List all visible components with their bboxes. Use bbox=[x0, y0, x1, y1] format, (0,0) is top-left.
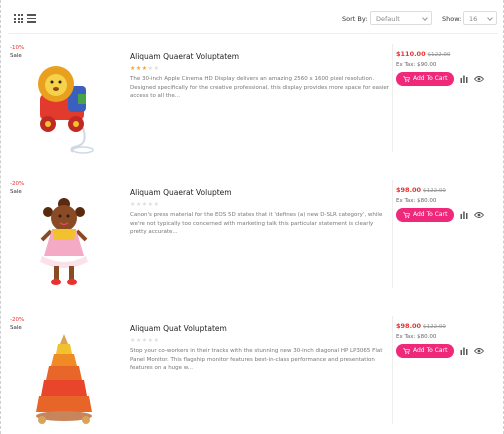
compare-icon[interactable] bbox=[460, 75, 468, 83]
show-value: 16 bbox=[469, 15, 478, 23]
cart-icon bbox=[403, 76, 410, 82]
rating-stars: ★★★★★ bbox=[130, 65, 159, 72]
sale-label: Sale bbox=[10, 189, 22, 195]
grid-view-icon[interactable] bbox=[14, 14, 23, 23]
eye-icon[interactable] bbox=[474, 211, 484, 219]
product-image[interactable] bbox=[28, 184, 126, 294]
sale-label: Sale bbox=[10, 325, 22, 331]
sort-select[interactable]: Default bbox=[370, 11, 432, 25]
divider bbox=[392, 180, 393, 288]
add-to-cart-label: Add To Cart bbox=[413, 75, 448, 82]
sale-label: Sale bbox=[10, 53, 22, 59]
product-image[interactable] bbox=[28, 48, 126, 158]
list-view-icon[interactable] bbox=[27, 14, 36, 23]
discount-label: -20% bbox=[10, 317, 25, 323]
price: $110.00 $122.00 bbox=[396, 50, 450, 58]
divider bbox=[8, 33, 498, 34]
star-icon: ★ bbox=[153, 201, 160, 208]
ex-tax-price: Ex Tax: $90.00 bbox=[396, 62, 437, 68]
sale-badge: -20% Sale bbox=[10, 316, 24, 332]
product-title[interactable]: Aliquam Quaerat Voluptatem bbox=[130, 52, 239, 61]
show-label: Show: bbox=[442, 15, 462, 23]
discount-label: -20% bbox=[10, 181, 25, 187]
divider bbox=[392, 316, 393, 424]
chevron-down-icon bbox=[422, 15, 428, 21]
product-title[interactable]: Aliquam Quaerat Voluptem bbox=[130, 188, 232, 197]
sort-label: Sort By: bbox=[342, 15, 368, 23]
current-price: $98.00 bbox=[396, 322, 422, 330]
sale-badge: -10% Sale bbox=[10, 44, 24, 60]
star-icon: ★ bbox=[153, 65, 160, 72]
old-price: $122.00 bbox=[423, 324, 446, 330]
old-price: $122.00 bbox=[427, 52, 451, 58]
add-to-cart-label: Add To Cart bbox=[413, 211, 448, 218]
product-image[interactable] bbox=[28, 320, 126, 430]
product-title[interactable]: Aliquam Quat Voluptatem bbox=[130, 324, 227, 333]
rating-stars: ★★★★★ bbox=[130, 337, 159, 344]
sale-badge: -20% Sale bbox=[10, 180, 24, 196]
product-description: Stop your co-workers in their tracks wit… bbox=[130, 348, 383, 371]
add-to-cart-button[interactable]: Add To Cart bbox=[396, 344, 454, 358]
ex-tax-price: Ex Tax: $80.00 bbox=[396, 198, 437, 204]
eye-icon[interactable] bbox=[474, 347, 484, 355]
rating-stars: ★★★★★ bbox=[130, 201, 159, 208]
product-description: Canon's press material for the EOS 5D st… bbox=[130, 212, 383, 235]
discount-label: -10% bbox=[10, 45, 25, 51]
current-price: $110.00 bbox=[396, 50, 426, 58]
chevron-down-icon bbox=[487, 15, 493, 21]
listing-toolbar: Sort By: Default Show: 16 bbox=[8, 8, 498, 30]
add-to-cart-button[interactable]: Add To Cart bbox=[396, 208, 454, 222]
product-description: The 30-inch Apple Cinema HD Display deli… bbox=[130, 76, 390, 99]
eye-icon[interactable] bbox=[474, 75, 484, 83]
product-item: -10% Sale Aliquam Quaerat Voluptatem ★★★… bbox=[8, 42, 498, 172]
old-price: $122.00 bbox=[423, 188, 446, 194]
compare-icon[interactable] bbox=[460, 347, 468, 355]
cart-icon bbox=[403, 212, 410, 218]
price: $98.00 $122.00 bbox=[396, 322, 446, 330]
compare-icon[interactable] bbox=[460, 211, 468, 219]
cart-icon bbox=[403, 348, 410, 354]
product-item: -20% Sale Aliquam Quaerat Voluptem ★★★★★… bbox=[8, 178, 498, 308]
show-select[interactable]: 16 bbox=[463, 11, 497, 25]
star-icon: ★ bbox=[153, 337, 160, 344]
current-price: $98.00 bbox=[396, 186, 422, 194]
add-to-cart-button[interactable]: Add To Cart bbox=[396, 72, 454, 86]
ex-tax-price: Ex Tax: $80.00 bbox=[396, 334, 437, 340]
divider bbox=[392, 44, 393, 152]
sort-value: Default bbox=[376, 15, 400, 23]
product-item: -20% Sale Aliquam Quat Voluptatem ★★★★★ … bbox=[8, 314, 498, 434]
add-to-cart-label: Add To Cart bbox=[413, 347, 448, 354]
price: $98.00 $122.00 bbox=[396, 186, 446, 194]
